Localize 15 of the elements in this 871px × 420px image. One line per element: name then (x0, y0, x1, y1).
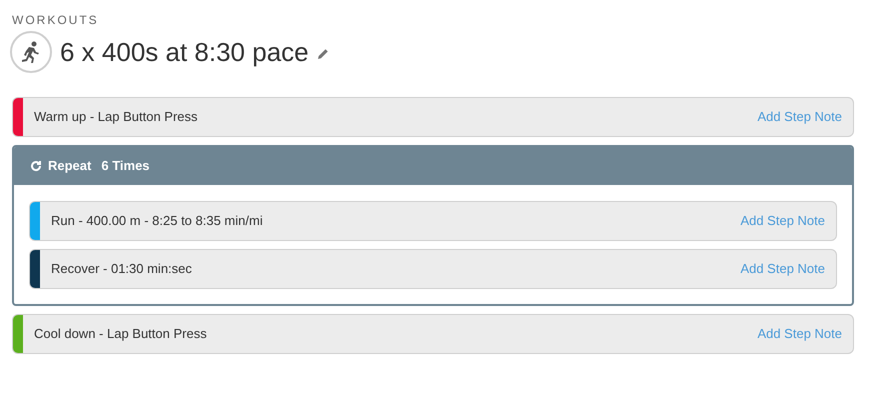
pencil-icon[interactable] (316, 48, 329, 60)
step-label: Run - 400.00 m - 8:25 to 8:35 min/mi (51, 212, 263, 230)
repeat-label: Repeat (48, 157, 92, 176)
add-step-note-link[interactable]: Add Step Note (757, 324, 842, 344)
add-step-note-link[interactable]: Add Step Note (757, 107, 842, 127)
step-label: Recover - 01:30 min:sec (51, 260, 192, 278)
runner-icon (10, 31, 52, 73)
repeat-count: 6 Times (101, 157, 150, 176)
workout-title: 6 x 400s at 8:30 pace (60, 36, 309, 68)
repeat-icon (30, 160, 42, 172)
add-step-note-link[interactable]: Add Step Note (740, 259, 825, 279)
step-label: Warm up - Lap Button Press (34, 108, 198, 126)
add-step-note-link[interactable]: Add Step Note (740, 211, 825, 231)
breadcrumb[interactable]: WORKOUTS (12, 12, 854, 28)
step-label: Cool down - Lap Button Press (34, 325, 207, 344)
